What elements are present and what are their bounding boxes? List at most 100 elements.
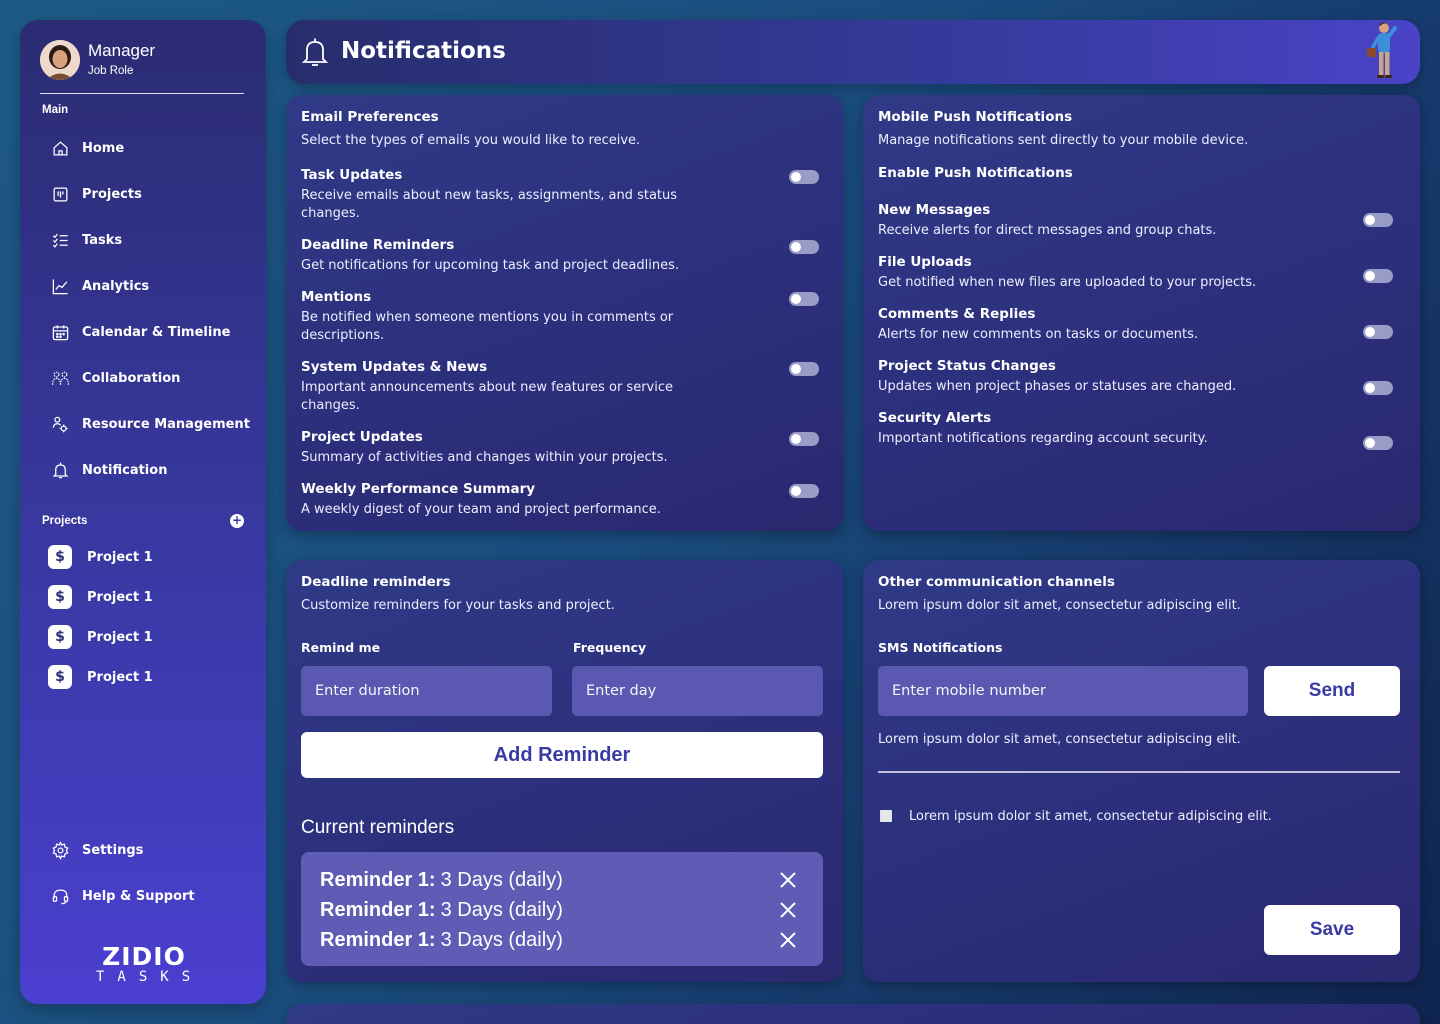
character-illustration xyxy=(1360,20,1404,84)
toggle-new-messages[interactable] xyxy=(1363,213,1393,227)
sidebar-item-label: Home xyxy=(82,140,125,156)
card-subtitle: Select the types of emails you would lik… xyxy=(301,133,641,148)
frequency-label: Frequency xyxy=(573,640,647,655)
sidebar-item-label: Calendar & Timeline xyxy=(82,324,231,340)
option-title: File Uploads xyxy=(878,254,972,270)
sidebar-item-resource-management[interactable]: Resource Management xyxy=(50,412,250,436)
sidebar-item-tasks[interactable]: Tasks xyxy=(50,228,122,252)
calendar-icon xyxy=(50,322,70,342)
remind-me-label: Remind me xyxy=(301,640,381,655)
sidebar-item-label: Collaboration xyxy=(82,370,181,386)
enable-push-label: Enable Push Notifications xyxy=(878,165,1073,181)
option-title: System Updates & News xyxy=(301,359,488,375)
sidebar-item-label: Tasks xyxy=(82,232,123,248)
toggle-system-updates[interactable] xyxy=(789,362,819,376)
add-reminder-button[interactable]: Add Reminder xyxy=(301,732,823,778)
toggle-task-updates[interactable] xyxy=(789,170,819,184)
reminder-row: Reminder 1: 3 Days (daily) xyxy=(320,926,810,954)
close-icon[interactable] xyxy=(778,900,798,920)
sidebar-item-analytics[interactable]: Analytics xyxy=(50,274,149,298)
divider xyxy=(878,771,1400,773)
project-label: Project 1 xyxy=(87,629,153,645)
project-logo-icon: $ xyxy=(48,625,72,649)
current-reminders-title: Current reminders xyxy=(301,817,455,838)
project-logo-icon: $ xyxy=(48,585,72,609)
project-logo-icon: $ xyxy=(48,545,72,569)
add-project-button[interactable]: + xyxy=(230,514,244,528)
bottom-card xyxy=(286,1004,1420,1024)
reminder-value: 3 Days (daily) xyxy=(440,898,563,921)
projects-icon xyxy=(50,184,70,204)
page-header: Notifications xyxy=(286,20,1420,84)
sidebar-item-label: Projects xyxy=(82,186,142,202)
option-title: Weekly Performance Summary xyxy=(301,481,536,497)
sms-label: SMS Notifications xyxy=(878,640,1003,655)
sidebar-item-home[interactable]: Home xyxy=(50,136,124,160)
option-description: Updates when project phases or statuses … xyxy=(878,379,1237,394)
analytics-icon xyxy=(50,276,70,296)
option-description: Alerts for new comments on tasks or docu… xyxy=(878,327,1199,342)
card-title: Email Preferences xyxy=(301,109,439,125)
remind-duration-input[interactable] xyxy=(301,666,552,716)
card-subtitle: Manage notifications sent directly to yo… xyxy=(878,133,1249,148)
sidebar-item-projects[interactable]: Projects xyxy=(50,182,142,206)
bell-icon xyxy=(50,460,70,480)
send-button[interactable]: Send xyxy=(1264,666,1400,716)
close-icon[interactable] xyxy=(778,930,798,950)
sidebar-item-notification[interactable]: Notification xyxy=(50,458,167,482)
frequency-input[interactable] xyxy=(572,666,823,716)
project-item[interactable]: $ Project 1 xyxy=(48,584,153,610)
mobile-number-input[interactable] xyxy=(878,666,1248,716)
user-profile[interactable]: Manager Job Role xyxy=(40,40,244,94)
toggle-security-alerts[interactable] xyxy=(1363,436,1393,450)
sidebar: Manager Job Role Main Home Projects Task… xyxy=(20,20,266,1004)
project-item[interactable]: $ Project 1 xyxy=(48,624,153,650)
option-description: Get notified when new files are uploaded… xyxy=(878,275,1257,290)
sidebar-item-label: Notification xyxy=(82,462,168,478)
toggle-project-updates[interactable] xyxy=(789,432,819,446)
current-reminders-list: Reminder 1: 3 Days (daily) Reminder 1: 3… xyxy=(301,852,823,966)
option-description: Get notifications for upcoming task and … xyxy=(301,258,679,273)
toggle-mentions[interactable] xyxy=(789,292,819,306)
reminder-label: Reminder 1: xyxy=(320,898,436,921)
card-title: Other communication channels xyxy=(878,574,1115,590)
resource-icon xyxy=(50,414,70,434)
option-description: Receive emails about new tasks, assignme… xyxy=(301,188,678,221)
reminder-row: Reminder 1: 3 Days (daily) xyxy=(320,896,810,924)
option-description: Summary of activities and changes within… xyxy=(301,450,668,465)
option-description: A weekly digest of your team and project… xyxy=(301,502,661,517)
toggle-deadline-reminders[interactable] xyxy=(789,240,819,254)
project-item[interactable]: $ Project 1 xyxy=(48,544,153,570)
option-title: Deadline Reminders xyxy=(301,237,455,253)
option-title: Project Updates xyxy=(301,429,423,445)
sidebar-item-settings[interactable]: Settings xyxy=(50,838,143,862)
push-notifications-card: Mobile Push Notifications Manage notific… xyxy=(863,95,1420,531)
gear-icon xyxy=(50,840,70,860)
toggle-weekly-summary[interactable] xyxy=(789,484,819,498)
bell-icon xyxy=(301,37,329,67)
toggle-project-status[interactable] xyxy=(1363,381,1393,395)
card-title: Mobile Push Notifications xyxy=(878,109,1073,125)
option-title: Mentions xyxy=(301,289,372,305)
reminder-value: 3 Days (daily) xyxy=(440,928,563,951)
option-description: Receive alerts for direct messages and g… xyxy=(878,223,1217,238)
option-title: New Messages xyxy=(878,202,991,218)
option-description: Be notified when someone mentions you in… xyxy=(301,310,674,343)
option-description: Important notifications regarding accoun… xyxy=(878,431,1208,446)
sidebar-item-calendar[interactable]: Calendar & Timeline xyxy=(50,320,230,344)
option-title: Security Alerts xyxy=(878,410,992,426)
sidebar-item-collaboration[interactable]: Collaboration xyxy=(50,366,180,390)
consent-checkbox[interactable] xyxy=(880,810,892,822)
toggle-comments-replies[interactable] xyxy=(1363,325,1393,339)
toggle-file-uploads[interactable] xyxy=(1363,269,1393,283)
logo-subtext: TASKS xyxy=(96,969,204,985)
home-icon xyxy=(50,138,70,158)
save-button[interactable]: Save xyxy=(1264,905,1400,955)
reminder-label: Reminder 1: xyxy=(320,928,436,951)
close-icon[interactable] xyxy=(778,870,798,890)
sidebar-item-help[interactable]: Help & Support xyxy=(50,884,195,908)
deadline-reminders-card: Deadline reminders Customize reminders f… xyxy=(286,560,843,982)
project-item[interactable]: $ Project 1 xyxy=(48,664,153,690)
card-subtitle: Customize reminders for your tasks and p… xyxy=(301,598,615,613)
logo-wordmark: ZIDIO xyxy=(102,942,186,971)
